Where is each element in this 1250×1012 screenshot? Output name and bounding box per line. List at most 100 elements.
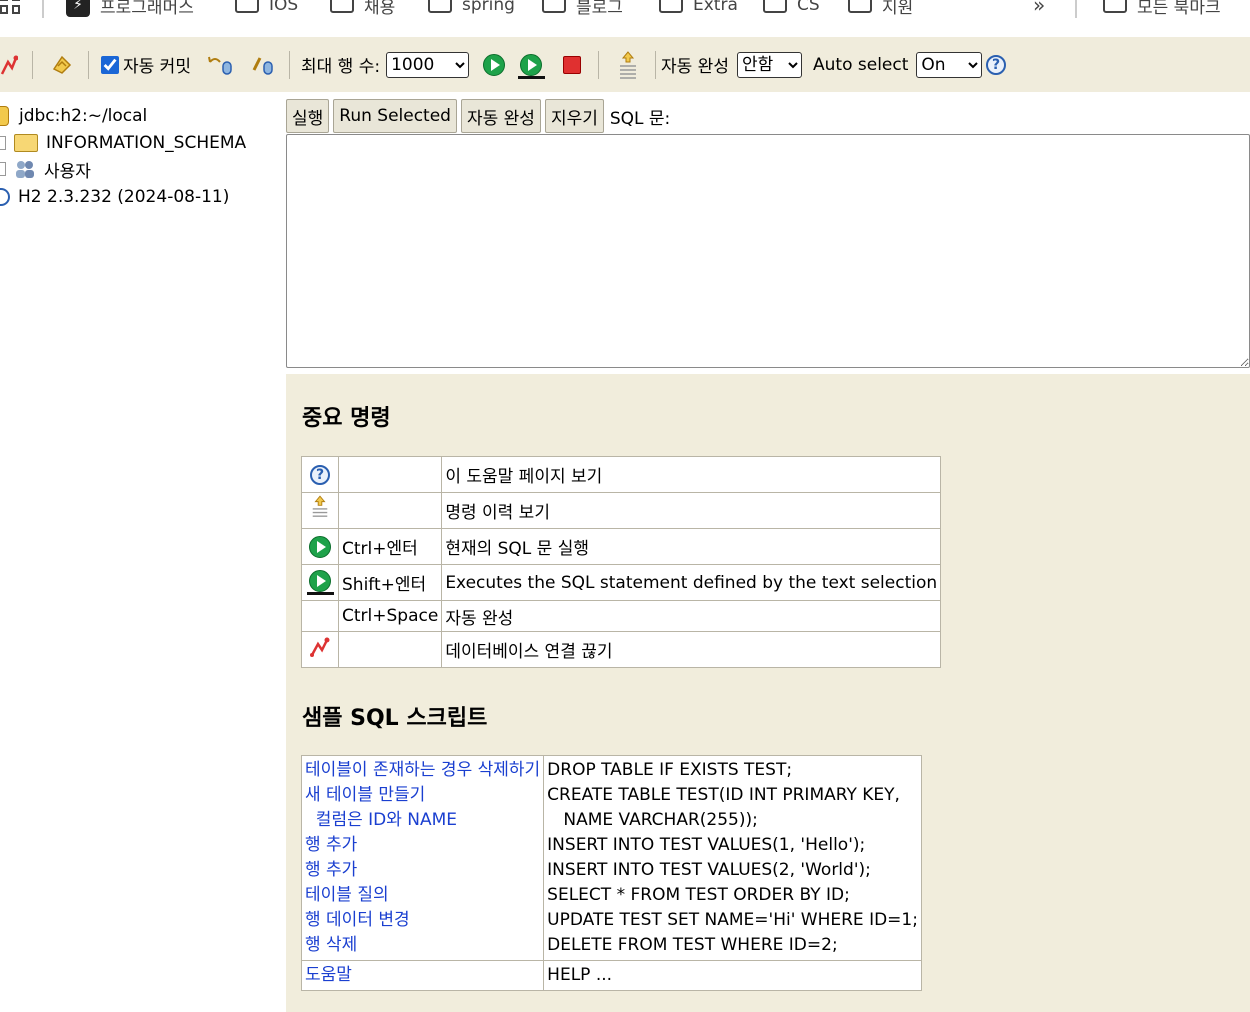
sample-labels-cell: 도움말 bbox=[300, 960, 545, 991]
database-icon bbox=[0, 106, 9, 126]
refresh-button[interactable] bbox=[50, 37, 74, 92]
table-row: 도움말 HELP ... bbox=[300, 960, 922, 991]
table-row: Ctrl+엔터 현재의 SQL 문 실행 bbox=[301, 528, 942, 565]
history-button[interactable] bbox=[617, 37, 639, 92]
users-icon bbox=[16, 161, 34, 178]
all-bookmarks[interactable]: 모든 북마크 bbox=[1103, 0, 1221, 18]
folder-icon bbox=[763, 0, 787, 13]
auto-select-select[interactable]: On bbox=[916, 51, 983, 78]
sql-editor[interactable] bbox=[286, 134, 1250, 368]
important-commands-title: 중요 명령 bbox=[302, 406, 391, 431]
tree-version-label: H2 2.3.232 (2024-08-11) bbox=[18, 187, 230, 207]
tree-schema[interactable]: INFORMATION_SCHEMA bbox=[0, 130, 246, 156]
sample-labels-cell: 테이블이 존재하는 경우 삭제하기 새 테이블 만들기 컬럼은 ID와 NAME… bbox=[300, 755, 545, 961]
rollback-button[interactable] bbox=[207, 37, 235, 92]
bookmark-extra[interactable]: Extra bbox=[659, 0, 738, 18]
autocommit-checkbox[interactable] bbox=[101, 55, 119, 74]
max-rows-label: 최대 행 수: bbox=[301, 57, 381, 77]
sample-sql-cell: DROP TABLE IF EXISTS TEST; CREATE TABLE … bbox=[543, 755, 922, 961]
toolbar-separator bbox=[655, 51, 656, 79]
sample-sql-cell: HELP ... bbox=[543, 960, 922, 991]
bookmark-ios[interactable]: IOS bbox=[235, 0, 298, 18]
info-icon bbox=[0, 188, 10, 206]
tree-users[interactable]: 사용자 bbox=[0, 156, 91, 182]
table-row: 데이터베이스 연결 끊기 bbox=[301, 631, 942, 668]
clear-button[interactable]: 지우기 bbox=[544, 99, 604, 133]
sample-link[interactable]: 테이블이 존재하는 경우 삭제하기 bbox=[305, 758, 540, 783]
sample-sql: INSERT INTO TEST VALUES(2, 'World'); bbox=[547, 860, 871, 880]
bookmark-cs[interactable]: CS bbox=[763, 0, 820, 18]
table-cell bbox=[301, 492, 339, 529]
table-cell bbox=[301, 528, 339, 565]
sample-link[interactable]: 행 추가 bbox=[305, 833, 540, 858]
description-cell: 데이터베이스 연결 끊기 bbox=[441, 631, 942, 668]
query-toolbar: 실행 Run Selected 자동 완성 지우기 SQL 문: bbox=[286, 98, 670, 134]
sample-link[interactable]: 행 삭제 bbox=[305, 933, 540, 958]
sample-link[interactable]: 새 테이블 만들기 bbox=[305, 783, 540, 808]
folder-icon bbox=[235, 0, 259, 13]
toolbar-separator bbox=[88, 51, 89, 79]
bookmark-blog[interactable]: 블로그 bbox=[542, 0, 623, 18]
table-cell bbox=[301, 600, 339, 632]
autocommit-toggle[interactable]: 자동 커밋 bbox=[101, 37, 191, 92]
sample-sql: INSERT INTO TEST VALUES(1, 'Hello'); bbox=[547, 835, 866, 855]
folder-icon bbox=[428, 0, 452, 13]
table-row: 명령 이력 보기 bbox=[301, 492, 942, 529]
bookmark-spring[interactable]: spring bbox=[428, 0, 515, 18]
bookmark-label: 채용 bbox=[364, 0, 396, 18]
help-icon[interactable]: ? bbox=[310, 464, 330, 485]
bookmark-programmers[interactable]: ⚡ 프로그래머스 bbox=[66, 0, 194, 18]
disconnect-icon[interactable] bbox=[309, 636, 331, 658]
bookmarks-bar: ⚡ 프로그래머스 IOS 채용 spring 블로그 Extra CS 지원 »… bbox=[0, 0, 1250, 26]
description-cell: 자동 완성 bbox=[441, 600, 942, 632]
run-icon bbox=[483, 53, 505, 76]
commit-button[interactable] bbox=[251, 37, 277, 92]
help-icon: ? bbox=[986, 54, 1006, 75]
bookmark-apply[interactable]: 지원 bbox=[848, 0, 913, 18]
sample-sql: DROP TABLE IF EXISTS TEST; bbox=[547, 760, 793, 780]
run-sql-button[interactable]: 실행 bbox=[286, 99, 330, 133]
run-icon[interactable] bbox=[309, 535, 331, 558]
rollback-icon bbox=[208, 56, 232, 75]
folder-icon bbox=[1103, 0, 1127, 13]
expand-toggle-icon[interactable] bbox=[0, 162, 6, 176]
expand-toggle-icon[interactable] bbox=[0, 136, 6, 150]
sample-link[interactable]: 테이블 질의 bbox=[305, 883, 540, 908]
toolbar-separator bbox=[289, 51, 290, 79]
stop-button[interactable] bbox=[563, 37, 581, 92]
history-icon[interactable] bbox=[310, 494, 330, 522]
run-selected-icon bbox=[518, 53, 545, 79]
folder-icon bbox=[848, 0, 872, 13]
auto-select-control: Auto select On bbox=[813, 37, 983, 92]
table-row: Shift+엔터 Executes the SQL statement defi… bbox=[301, 564, 942, 601]
commit-icon bbox=[252, 56, 273, 75]
help-button[interactable]: ? bbox=[986, 37, 1006, 92]
max-rows-control: 최대 행 수: 1000 bbox=[301, 37, 470, 92]
autocomplete-button[interactable]: 자동 완성 bbox=[460, 99, 541, 133]
disconnect-button[interactable] bbox=[0, 37, 18, 92]
folder-icon bbox=[659, 0, 683, 13]
apps-grid-icon[interactable] bbox=[0, 0, 22, 14]
sample-link[interactable]: 행 추가 bbox=[305, 858, 540, 883]
run-selected-icon[interactable] bbox=[307, 569, 334, 596]
stop-icon bbox=[563, 55, 581, 74]
run-selected-button[interactable] bbox=[518, 37, 545, 92]
run-selected-sql-button[interactable]: Run Selected bbox=[333, 99, 457, 133]
bookmark-label: spring bbox=[462, 0, 515, 15]
toolbar-separator bbox=[598, 51, 599, 79]
autocomplete-select[interactable]: 안함 bbox=[736, 51, 802, 78]
sample-link[interactable]: 컬럼은 ID와 NAME bbox=[305, 808, 540, 833]
table-cell: ? bbox=[301, 456, 339, 493]
bookmark-jobs[interactable]: 채용 bbox=[330, 0, 395, 18]
bookmarks-separator bbox=[1075, 0, 1077, 18]
max-rows-select[interactable]: 1000 bbox=[386, 51, 470, 78]
sample-link[interactable]: 행 데이터 변경 bbox=[305, 908, 540, 933]
help-link[interactable]: 도움말 bbox=[305, 963, 540, 988]
help-pane: 중요 명령 ? 이 도움말 페이지 보기 명령 이력 보기 Ctrl+엔터 현재… bbox=[286, 374, 1250, 1012]
bookmark-label: Extra bbox=[693, 0, 738, 15]
table-cell bbox=[301, 631, 339, 668]
tree-connection[interactable]: jdbc:h2:~/local bbox=[0, 103, 147, 129]
bookmarks-overflow-button[interactable]: » bbox=[1033, 0, 1045, 18]
bookmark-label: 블로그 bbox=[576, 0, 623, 18]
run-button[interactable] bbox=[483, 37, 505, 92]
